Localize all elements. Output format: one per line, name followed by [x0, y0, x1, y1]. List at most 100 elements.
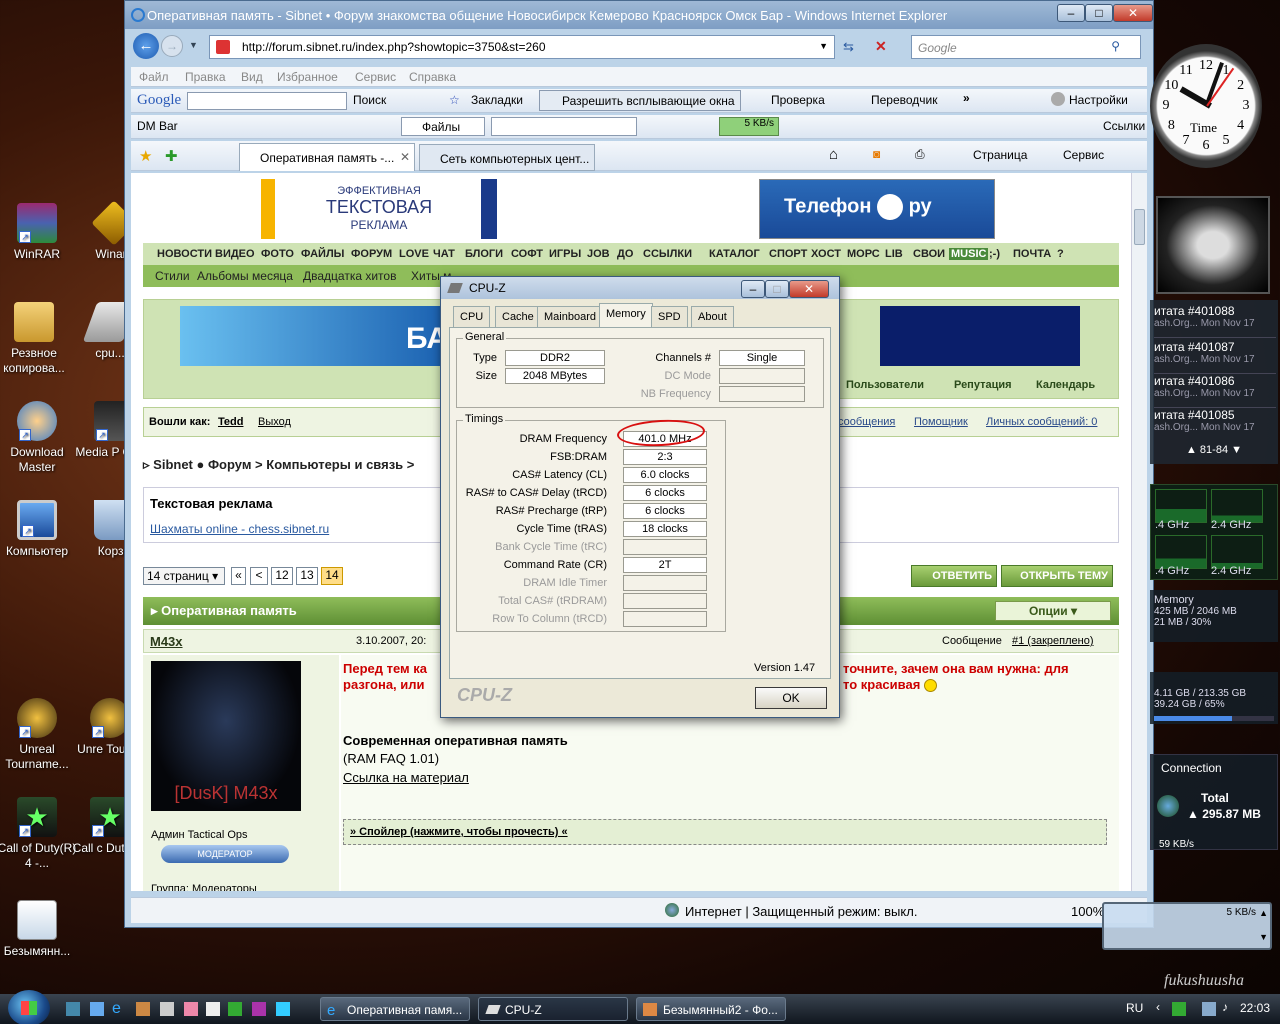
history-dropdown-icon[interactable]: ▼ [189, 40, 198, 50]
nav-job[interactable]: JOB [587, 248, 610, 260]
desktop-icon-backup[interactable]: Резвное копирова... [0, 302, 74, 376]
nav-lib[interactable]: LIB [885, 248, 903, 260]
desktop-icon-computer[interactable]: ↗ Компьютер [0, 500, 77, 559]
post-link[interactable]: Ссылка на материал [343, 770, 469, 785]
telefon-ad-banner[interactable]: Телефон ру [759, 179, 995, 239]
taskbar-item-cpuz[interactable]: CPU-Z [478, 997, 628, 1021]
nav-files[interactable]: ФАЙЛЫ [301, 248, 344, 260]
feed-item[interactable]: итата #401088 ash.Org... Mon Nov 17 [1154, 304, 1276, 338]
refresh-icon[interactable]: ⇆ [843, 39, 854, 55]
nav-soft[interactable]: СОФТ [511, 248, 543, 260]
page-count-select[interactable]: 14 страниц ▾ [143, 567, 225, 585]
quicklaunch-app-icon[interactable] [206, 1002, 220, 1016]
tab-close-icon[interactable]: ✕ [400, 150, 410, 164]
login-user-link[interactable]: Tedd [218, 416, 243, 428]
nav-blogs[interactable]: БЛОГИ [465, 248, 503, 260]
taskbar-item-photoshop[interactable]: Безымянный2 - Фо... [636, 997, 786, 1021]
post-author[interactable]: M43x [150, 634, 183, 649]
stop-icon[interactable]: ✕ [875, 38, 887, 55]
popup-blocker-button[interactable]: Разрешить всплывающие окна [539, 90, 741, 111]
cpuz-minimize-button[interactable]: – [741, 280, 765, 298]
tray-app-icon[interactable] [1172, 1002, 1186, 1016]
nav-mail[interactable]: ПОЧТА [1013, 248, 1051, 260]
post-msg-link[interactable]: #1 (закреплено) [1012, 635, 1094, 647]
mini-scroll-up-icon[interactable]: ▲ [1259, 908, 1268, 918]
search-input[interactable]: Google ⚲ [911, 35, 1141, 59]
feed-item[interactable]: итата #401087 ash.Org... Mon Nov 17 [1154, 340, 1276, 374]
nav-do[interactable]: ДО [617, 248, 633, 260]
tray-volume-icon[interactable]: ♪ [1222, 1000, 1228, 1014]
breadcrumb-site[interactable]: Sibnet ● Форум [153, 457, 251, 472]
subnav-albums[interactable]: Альбомы месяца [197, 269, 293, 283]
subnav-styles[interactable]: Стили [155, 269, 190, 283]
cpuz-tab-cpu[interactable]: CPU [453, 306, 491, 327]
service-menu[interactable]: Сервис [1063, 148, 1104, 162]
reputation-link[interactable]: Репутация [954, 379, 1012, 391]
zoom-level[interactable]: 100% [1071, 904, 1104, 919]
taskbar-clock[interactable]: 22:03 [1240, 1001, 1270, 1015]
search-icon[interactable]: ⚲ [1111, 39, 1120, 53]
cpuz-tab-spd[interactable]: SPD [651, 306, 688, 327]
page-12[interactable]: 12 [271, 567, 293, 585]
nav-sport[interactable]: СПОРТ [769, 248, 807, 260]
spellcheck-button[interactable]: Проверка [771, 93, 825, 107]
address-dropdown-icon[interactable]: ▼ [819, 41, 828, 51]
tray-expand-icon[interactable]: ‹ [1156, 1000, 1160, 1014]
quicklaunch-app-icon[interactable] [136, 1002, 150, 1016]
nav-games[interactable]: ИГРЫ [549, 248, 581, 260]
cpuz-tab-memory[interactable]: Memory [599, 303, 653, 328]
nav-chat[interactable]: ЧАТ [433, 248, 455, 260]
cpuz-tab-about[interactable]: About [691, 306, 734, 327]
quicklaunch-app-icon[interactable] [252, 1002, 266, 1016]
nav-links[interactable]: ССЫЛКИ [643, 248, 692, 260]
tray-network-icon[interactable] [1202, 1002, 1216, 1016]
subnav-top20[interactable]: Двадцатка хитов [303, 269, 396, 283]
nav-music[interactable]: MUSIC [949, 248, 989, 260]
menu-file[interactable]: Файл [139, 70, 169, 84]
feed-next-icon[interactable]: ▼ [1231, 444, 1242, 456]
cpuz-maximize-button[interactable]: □ [765, 280, 789, 298]
nav-forum[interactable]: ФОРУМ [351, 248, 392, 260]
mini-scroll-down-icon[interactable]: ▼ [1259, 932, 1268, 942]
options-button[interactable]: Опции ▾ [995, 601, 1111, 621]
cpuz-tab-mainboard[interactable]: Mainboard [537, 306, 603, 327]
cpuz-close-button[interactable]: ✕ [789, 280, 829, 298]
nav-love[interactable]: LOVE [399, 248, 429, 260]
home-icon[interactable]: ⌂ [829, 146, 838, 163]
back-button[interactable]: ← [133, 33, 159, 59]
tab-active[interactable]: Оперативная память -... ✕ [239, 143, 415, 171]
quicklaunch-switch-icon[interactable] [90, 1002, 104, 1016]
logout-link[interactable]: Выход [258, 416, 291, 428]
page-first[interactable]: « [231, 567, 246, 585]
feed-item[interactable]: итата #401085 ash.Org... Mon Nov 17 [1154, 408, 1276, 442]
reply-button[interactable]: ОТВЕТИТЬ [911, 565, 997, 587]
add-favorite-icon[interactable]: ✚ [165, 147, 178, 165]
start-button[interactable] [8, 990, 50, 1024]
feed-prev-icon[interactable]: ▲ [1186, 444, 1197, 456]
google-settings-button[interactable]: Настройки [1069, 93, 1128, 107]
dm-url-field[interactable] [491, 117, 637, 136]
address-bar[interactable]: http://forum.sibnet.ru/index.php?showtop… [209, 35, 835, 59]
google-search-field[interactable] [187, 92, 347, 110]
page-13[interactable]: 13 [296, 567, 318, 585]
language-indicator[interactable]: RU [1126, 1001, 1143, 1015]
quicklaunch-desktop-icon[interactable] [66, 1002, 80, 1016]
print-icon[interactable]: ⎙ [915, 147, 925, 162]
desktop-icon-winrar[interactable]: ↗ WinRAR [0, 203, 77, 262]
calendar-link[interactable]: Календарь [1036, 379, 1095, 391]
cpuz-tab-cache[interactable]: Cache [495, 306, 541, 327]
messages-link[interactable]: сообщения [838, 416, 895, 428]
menu-help[interactable]: Справка [409, 70, 456, 84]
nav-smile[interactable]: ;-) [989, 248, 1000, 260]
nav-mors[interactable]: МОРС [847, 248, 880, 260]
partner-banner[interactable] [880, 306, 1080, 366]
menu-favorites[interactable]: Избранное [277, 70, 338, 84]
favorites-star-icon[interactable]: ★ [139, 147, 152, 165]
text-ad-banner[interactable]: ЭФФЕКТИВНАЯ ТЕКСТОВАЯ РЕКЛАМА [261, 179, 497, 239]
links-button[interactable]: Ссылки [1103, 119, 1145, 133]
tab-inactive[interactable]: Сеть компьютерных цент... [419, 144, 595, 171]
text-ad-link[interactable]: Шахматы online - chess.sibnet.ru [150, 522, 329, 536]
helper-link[interactable]: Помощник [914, 416, 968, 428]
google-search-button[interactable]: Поиск [353, 93, 386, 107]
page-scrollbar[interactable] [1131, 173, 1147, 891]
